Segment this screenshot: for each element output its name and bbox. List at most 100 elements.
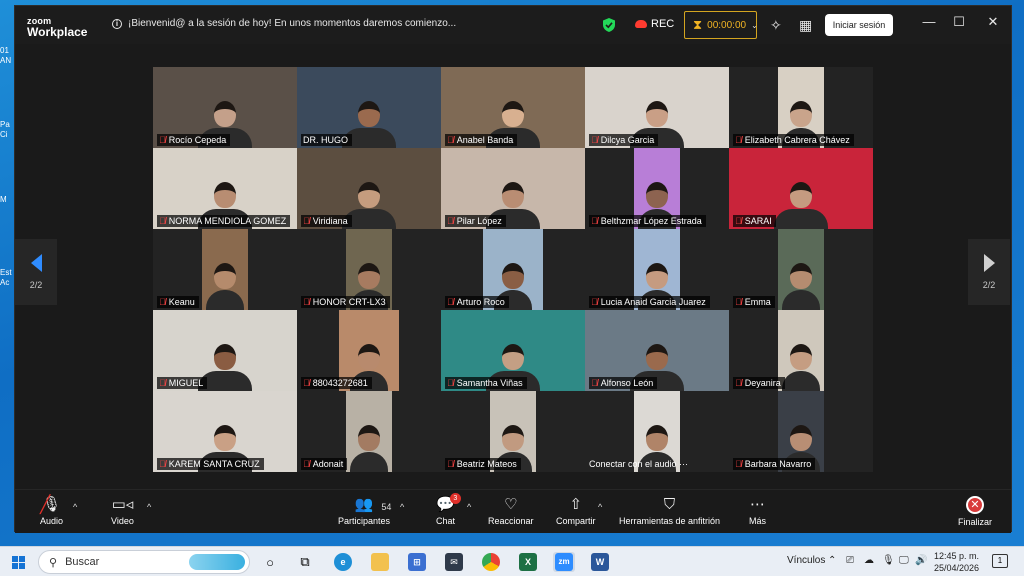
cortana-icon[interactable]: ○ bbox=[262, 552, 278, 572]
participant-tile[interactable]: 🎙̸ SARAI bbox=[729, 148, 873, 229]
maximize-icon[interactable]: ☐ bbox=[949, 14, 969, 30]
participant-name: Deyanira bbox=[744, 378, 781, 388]
signin-button[interactable]: Iniciar sesión bbox=[825, 14, 893, 36]
participants-chevron-icon[interactable]: ^ bbox=[400, 502, 404, 512]
audio-options-chevron-icon[interactable]: ^ bbox=[73, 502, 77, 512]
participant-tile[interactable]: 🎙̸ Viridiana bbox=[297, 148, 441, 229]
tray-app-icon[interactable]: ⎚ bbox=[846, 555, 854, 566]
share-button[interactable]: ⇧ Compartir bbox=[556, 494, 596, 526]
chat-button[interactable]: 💬 3 Chat bbox=[436, 493, 461, 526]
participant-tile[interactable]: 🎙̸ Adonait bbox=[297, 391, 441, 472]
participant-tile[interactable]: 🎙̸ Dilcya Garcia bbox=[585, 67, 729, 148]
participants-button[interactable]: 👥 54 Participantes bbox=[338, 494, 392, 526]
participant-name-label: 🎙̸ Beatriz Mateos bbox=[445, 458, 521, 470]
video-label: Video bbox=[111, 516, 134, 526]
participant-tile[interactable]: 🎙̸ Lucia Anaid Garcia Juarez bbox=[585, 229, 729, 310]
excel-icon[interactable]: X bbox=[518, 552, 538, 572]
task-view-icon[interactable]: ⧉ bbox=[297, 552, 313, 572]
participant-tile[interactable]: 🎙̸ Beatriz Mateos bbox=[441, 391, 585, 472]
participant-name-label: 🎙̸ Arturo Roco bbox=[445, 296, 509, 308]
participant-name-label: 🎙̸ Belthzmar López Estrada bbox=[589, 215, 706, 227]
mic-muted-icon: 🎙̸ bbox=[447, 216, 454, 226]
recording-indicator[interactable]: REC bbox=[635, 18, 674, 30]
taskbar-search[interactable]: ⚲ Buscar bbox=[38, 550, 250, 574]
links-toolbar[interactable]: Vínculos bbox=[787, 555, 825, 566]
session-notice[interactable]: i ¡Bienvenid@ a la sesión de hoy! En uno… bbox=[112, 18, 456, 29]
participant-tile[interactable]: 🎙̸ Keanu bbox=[153, 229, 297, 310]
participant-name-label: DR. HUGO bbox=[301, 134, 352, 146]
participant-tile[interactable]: 🎙̸ Pilar López bbox=[441, 148, 585, 229]
react-label: Reaccionar bbox=[488, 516, 534, 526]
participant-name: Belthzmar López Estrada bbox=[600, 216, 702, 226]
participant-tile[interactable]: 🎙̸ Belthzmar López Estrada bbox=[585, 148, 729, 229]
apps-grid-icon[interactable]: ▦ bbox=[799, 17, 812, 33]
participant-tile[interactable]: DR. HUGO bbox=[297, 67, 441, 148]
chat-badge: 3 bbox=[449, 493, 461, 504]
chrome-icon[interactable] bbox=[481, 552, 501, 572]
participant-tile[interactable]: 🎙̸ Anabel Banda bbox=[441, 67, 585, 148]
participant-tile[interactable]: 🎙̸ NORMA MENDIOLA GOMEZ bbox=[153, 148, 297, 229]
end-meeting-button[interactable]: ✕ Finalizar bbox=[958, 494, 992, 527]
participant-tile[interactable]: 🎙̸ Rocío Cepeda bbox=[153, 67, 297, 148]
word-icon[interactable]: W bbox=[590, 552, 610, 572]
chevron-down-icon: ⌄ bbox=[751, 20, 758, 30]
edge-icon[interactable]: e bbox=[333, 552, 353, 572]
store-icon[interactable]: ⊞ bbox=[407, 552, 427, 572]
desktop-text: Ci bbox=[0, 130, 8, 139]
more-label: Más bbox=[749, 516, 767, 526]
notification-center-icon[interactable]: 1 bbox=[992, 554, 1008, 568]
taskbar-clock[interactable]: 12:45 p. m. 25/04/2026 bbox=[934, 550, 979, 574]
mic-muted-icon: 🎙̸ bbox=[159, 459, 166, 469]
participant-name-label: 🎙̸ Alfonso León bbox=[589, 377, 658, 389]
participant-tile[interactable]: 🎙̸ Deyanira bbox=[729, 310, 873, 391]
share-chevron-icon[interactable]: ^ bbox=[598, 502, 602, 512]
network-icon[interactable]: 🖵 bbox=[899, 555, 909, 566]
participant-tile[interactable]: 🎙̸ Arturo Roco bbox=[441, 229, 585, 310]
participant-tile[interactable]: 🎙̸ Samantha Viñas bbox=[441, 310, 585, 391]
minimize-icon[interactable]: — bbox=[919, 14, 939, 29]
next-page-button[interactable]: 2/2 bbox=[968, 239, 1010, 305]
meeting-timer[interactable]: ⧗ 00:00:00 ⌄ bbox=[684, 11, 758, 39]
participant-tile[interactable]: 🎙̸ MIGUEL bbox=[153, 310, 297, 391]
participant-tile[interactable]: 🎙̸ KAREM SANTA CRUZ bbox=[153, 391, 297, 472]
participant-name: Dilcya Garcia bbox=[600, 135, 655, 145]
video-options-chevron-icon[interactable]: ^ bbox=[147, 502, 151, 512]
mic-muted-icon: 🎙̸ bbox=[303, 378, 310, 388]
participant-tile[interactable]: 🎙̸ HONOR CRT-LX3 bbox=[297, 229, 441, 310]
participant-name-label: 🎙̸ 88043272681 bbox=[301, 377, 372, 389]
react-button[interactable]: ♡ Reaccionar bbox=[488, 494, 534, 526]
file-explorer-icon[interactable] bbox=[370, 552, 390, 572]
close-icon[interactable]: ✕ bbox=[983, 14, 1003, 30]
security-shield-icon[interactable] bbox=[603, 18, 615, 32]
participant-tile[interactable]: 🎙̸ 88043272681 bbox=[297, 310, 441, 391]
timer-value: 00:00:00 bbox=[707, 19, 747, 31]
participants-count: 54 bbox=[381, 502, 392, 512]
cloud-icon[interactable]: ☁ bbox=[864, 555, 874, 566]
participant-name-label: 🎙̸ MIGUEL bbox=[157, 377, 208, 389]
tray-chevron-icon[interactable]: ⌃ bbox=[828, 555, 836, 566]
participant-tile[interactable]: Conectar con el audio ··· bbox=[585, 391, 729, 472]
desktop-text: Est bbox=[0, 268, 12, 277]
mic-icon[interactable]: 🎙 bbox=[882, 555, 895, 566]
participant-name: Beatriz Mateos bbox=[456, 459, 517, 469]
mic-muted-icon: 🎙̸ bbox=[735, 459, 742, 469]
ai-companion-icon[interactable]: ✧ bbox=[770, 17, 782, 33]
participant-tile[interactable]: 🎙̸ Elizabeth Cabrera Chávez bbox=[729, 67, 873, 148]
prev-page-button[interactable]: 2/2 bbox=[15, 239, 57, 305]
mail-icon[interactable]: ✉ bbox=[444, 552, 464, 572]
participant-name: Samantha Viñas bbox=[456, 378, 523, 388]
zoom-taskbar-icon[interactable]: zm bbox=[553, 552, 575, 572]
chat-chevron-icon[interactable]: ^ bbox=[467, 502, 471, 512]
participant-tile[interactable]: 🎙̸ Alfonso León bbox=[585, 310, 729, 391]
participant-tile[interactable]: 🎙̸ Barbara Navarro bbox=[729, 391, 873, 472]
video-button[interactable]: ▭◃ Video bbox=[111, 494, 134, 526]
windows-start-icon[interactable] bbox=[12, 556, 25, 569]
participant-silhouette bbox=[206, 263, 244, 310]
video-feed bbox=[202, 229, 248, 310]
volume-icon[interactable]: 🔊 bbox=[915, 555, 927, 566]
mic-muted-icon: 🎙̸ bbox=[303, 216, 310, 226]
host-tools-button[interactable]: ⛉ Herramientas de anfitrión bbox=[619, 494, 720, 526]
audio-button[interactable]: 🎙 ╱ Audio bbox=[40, 494, 63, 526]
participant-tile[interactable]: 🎙̸ Emma bbox=[729, 229, 873, 310]
more-button[interactable]: ⋯ Más bbox=[749, 494, 766, 526]
